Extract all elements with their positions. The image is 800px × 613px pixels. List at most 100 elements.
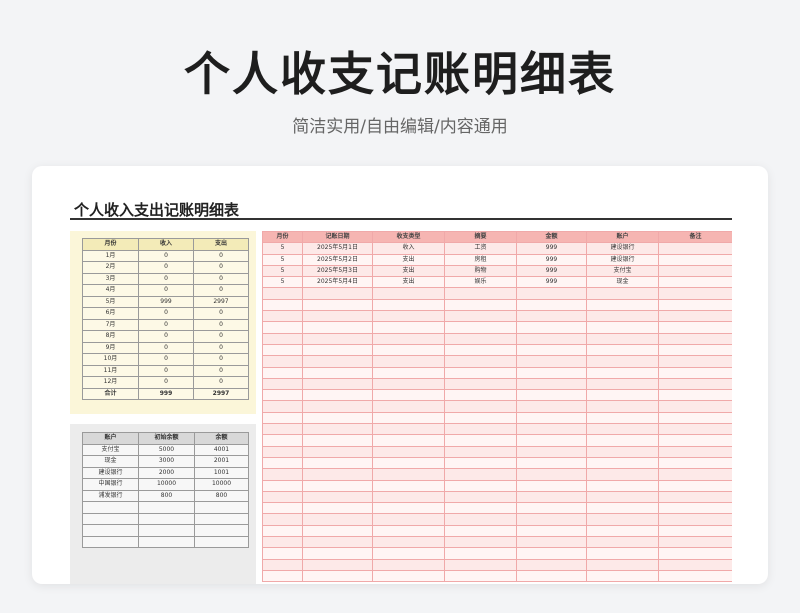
ledger-empty-cell: [516, 434, 587, 447]
ledger-empty-row: [262, 434, 732, 447]
account-cell: 10000: [138, 478, 195, 491]
account-cell: [194, 512, 249, 525]
ledger-cell: 支出: [372, 264, 445, 278]
ledger-empty-row: [262, 513, 732, 526]
monthly-cell: 999: [138, 295, 194, 308]
ledger-empty-cell: [444, 569, 517, 583]
ledger-cell: 5: [262, 276, 303, 289]
monthly-cell: 0: [138, 284, 194, 297]
ledger-empty-row: [262, 343, 732, 357]
account-cell: 支付宝: [82, 443, 139, 456]
ledger-panel: 月份 记账日期 收支类型 摘要 金额 账户 备注 5 2025年5月1日 收入 工资 999 建设银行…: [262, 231, 732, 584]
monthly-cell: 0: [193, 307, 249, 320]
ledger-empty-cell: [372, 321, 445, 334]
ledger-empty-cell: [372, 445, 445, 458]
ledger-empty-cell: [444, 490, 517, 504]
ledger-empty-cell: [262, 479, 303, 492]
account-row: [82, 512, 249, 525]
ledger-empty-cell: [262, 513, 303, 526]
ledger-cell: 5: [262, 264, 303, 278]
ledger-empty-cell: [586, 310, 659, 323]
ledger-cell: 工资: [444, 242, 517, 255]
ledger-empty-cell: [302, 456, 373, 470]
ledger-empty-cell: [586, 400, 659, 413]
ledger-empty-cell: [586, 445, 659, 458]
ledger-empty-cell: [372, 513, 445, 526]
ledger-empty-cell: [262, 377, 303, 391]
ledger-empty-cell: [658, 310, 732, 323]
ledger-empty-cell: [658, 355, 732, 368]
monthly-cell: 0: [138, 353, 194, 366]
ledger-cell: 收入: [372, 242, 445, 255]
account-cell: 中国银行: [82, 478, 139, 491]
ledger-empty-cell: [658, 377, 732, 391]
monthly-total-cell: 合计: [82, 387, 139, 400]
ledger-empty-cell: [372, 524, 445, 538]
ledger-empty-cell: [302, 502, 373, 515]
ledger-empty-cell: [516, 456, 587, 470]
ledger-empty-row: [262, 490, 732, 504]
ledger-empty-cell: [262, 287, 303, 300]
ledger-empty-row: [262, 411, 732, 425]
ledger-empty-row: [262, 298, 732, 312]
ledger-empty-cell: [372, 287, 445, 300]
ledger-empty-cell: [444, 400, 517, 413]
ledger-cell: 房租: [444, 253, 517, 266]
ledger-row: 5 2025年5月1日 收入 工资 999 建设银行: [262, 242, 732, 255]
ledger-empty-cell: [444, 468, 517, 481]
monthly-column-header: 收入: [138, 238, 194, 251]
account-cell: [82, 512, 139, 525]
monthly-cell: 10月: [82, 353, 139, 366]
account-cell: 4001: [194, 443, 249, 456]
ledger-empty-cell: [302, 298, 373, 312]
ledger-empty-cell: [658, 321, 732, 334]
account-row: [82, 524, 249, 537]
monthly-cell: 0: [138, 376, 194, 389]
ledger-empty-cell: [516, 558, 587, 571]
account-cell: [138, 524, 195, 537]
monthly-row: 6月 0 0: [82, 307, 249, 320]
ledger-empty-cell: [262, 355, 303, 368]
account-cell: [138, 535, 195, 548]
ledger-empty-cell: [444, 513, 517, 526]
ledger-column-header: 账户: [586, 231, 659, 244]
ledger-empty-cell: [658, 456, 732, 470]
ledger-empty-cell: [372, 434, 445, 447]
monthly-cell: 2月: [82, 261, 139, 274]
ledger-empty-cell: [586, 343, 659, 357]
ledger-empty-row: [262, 377, 732, 391]
ledger-column-header: 记账日期: [302, 231, 373, 244]
ledger-empty-row: [262, 355, 732, 368]
ledger-cell: 购物: [444, 264, 517, 278]
monthly-cell: 3月: [82, 272, 139, 285]
ledger-empty-cell: [516, 513, 587, 526]
ledger-empty-cell: [302, 468, 373, 481]
ledger-empty-cell: [262, 524, 303, 538]
hero-title: 个人收支记账明细表: [184, 47, 616, 101]
monthly-cell: 0: [138, 261, 194, 274]
ledger-empty-row: [262, 310, 732, 323]
monthly-total-row: 合计 999 2997: [82, 387, 249, 400]
ledger-empty-cell: [302, 366, 373, 379]
ledger-empty-cell: [372, 423, 445, 436]
monthly-cell: 0: [138, 364, 194, 377]
ledger-empty-cell: [444, 355, 517, 368]
ledger-empty-cell: [372, 298, 445, 312]
monthly-header-row: 月份 收入 支出: [82, 238, 249, 251]
ledger-empty-cell: [516, 569, 587, 583]
ledger-empty-cell: [586, 547, 659, 560]
monthly-cell: 0: [138, 307, 194, 320]
ledger-empty-cell: [372, 400, 445, 413]
monthly-cell: 0: [138, 330, 194, 343]
ledger-empty-cell: [262, 558, 303, 571]
ledger-empty-cell: [658, 287, 732, 300]
ledger-empty-cell: [586, 456, 659, 470]
ledger-empty-cell: [302, 389, 373, 402]
ledger-empty-cell: [444, 321, 517, 334]
ledger-cell: 999: [516, 264, 587, 278]
monthly-row: 10月 0 0: [82, 353, 249, 366]
account-cell: [82, 501, 139, 514]
ledger-empty-cell: [444, 445, 517, 458]
ledger-empty-cell: [302, 377, 373, 391]
ledger-empty-cell: [516, 547, 587, 560]
